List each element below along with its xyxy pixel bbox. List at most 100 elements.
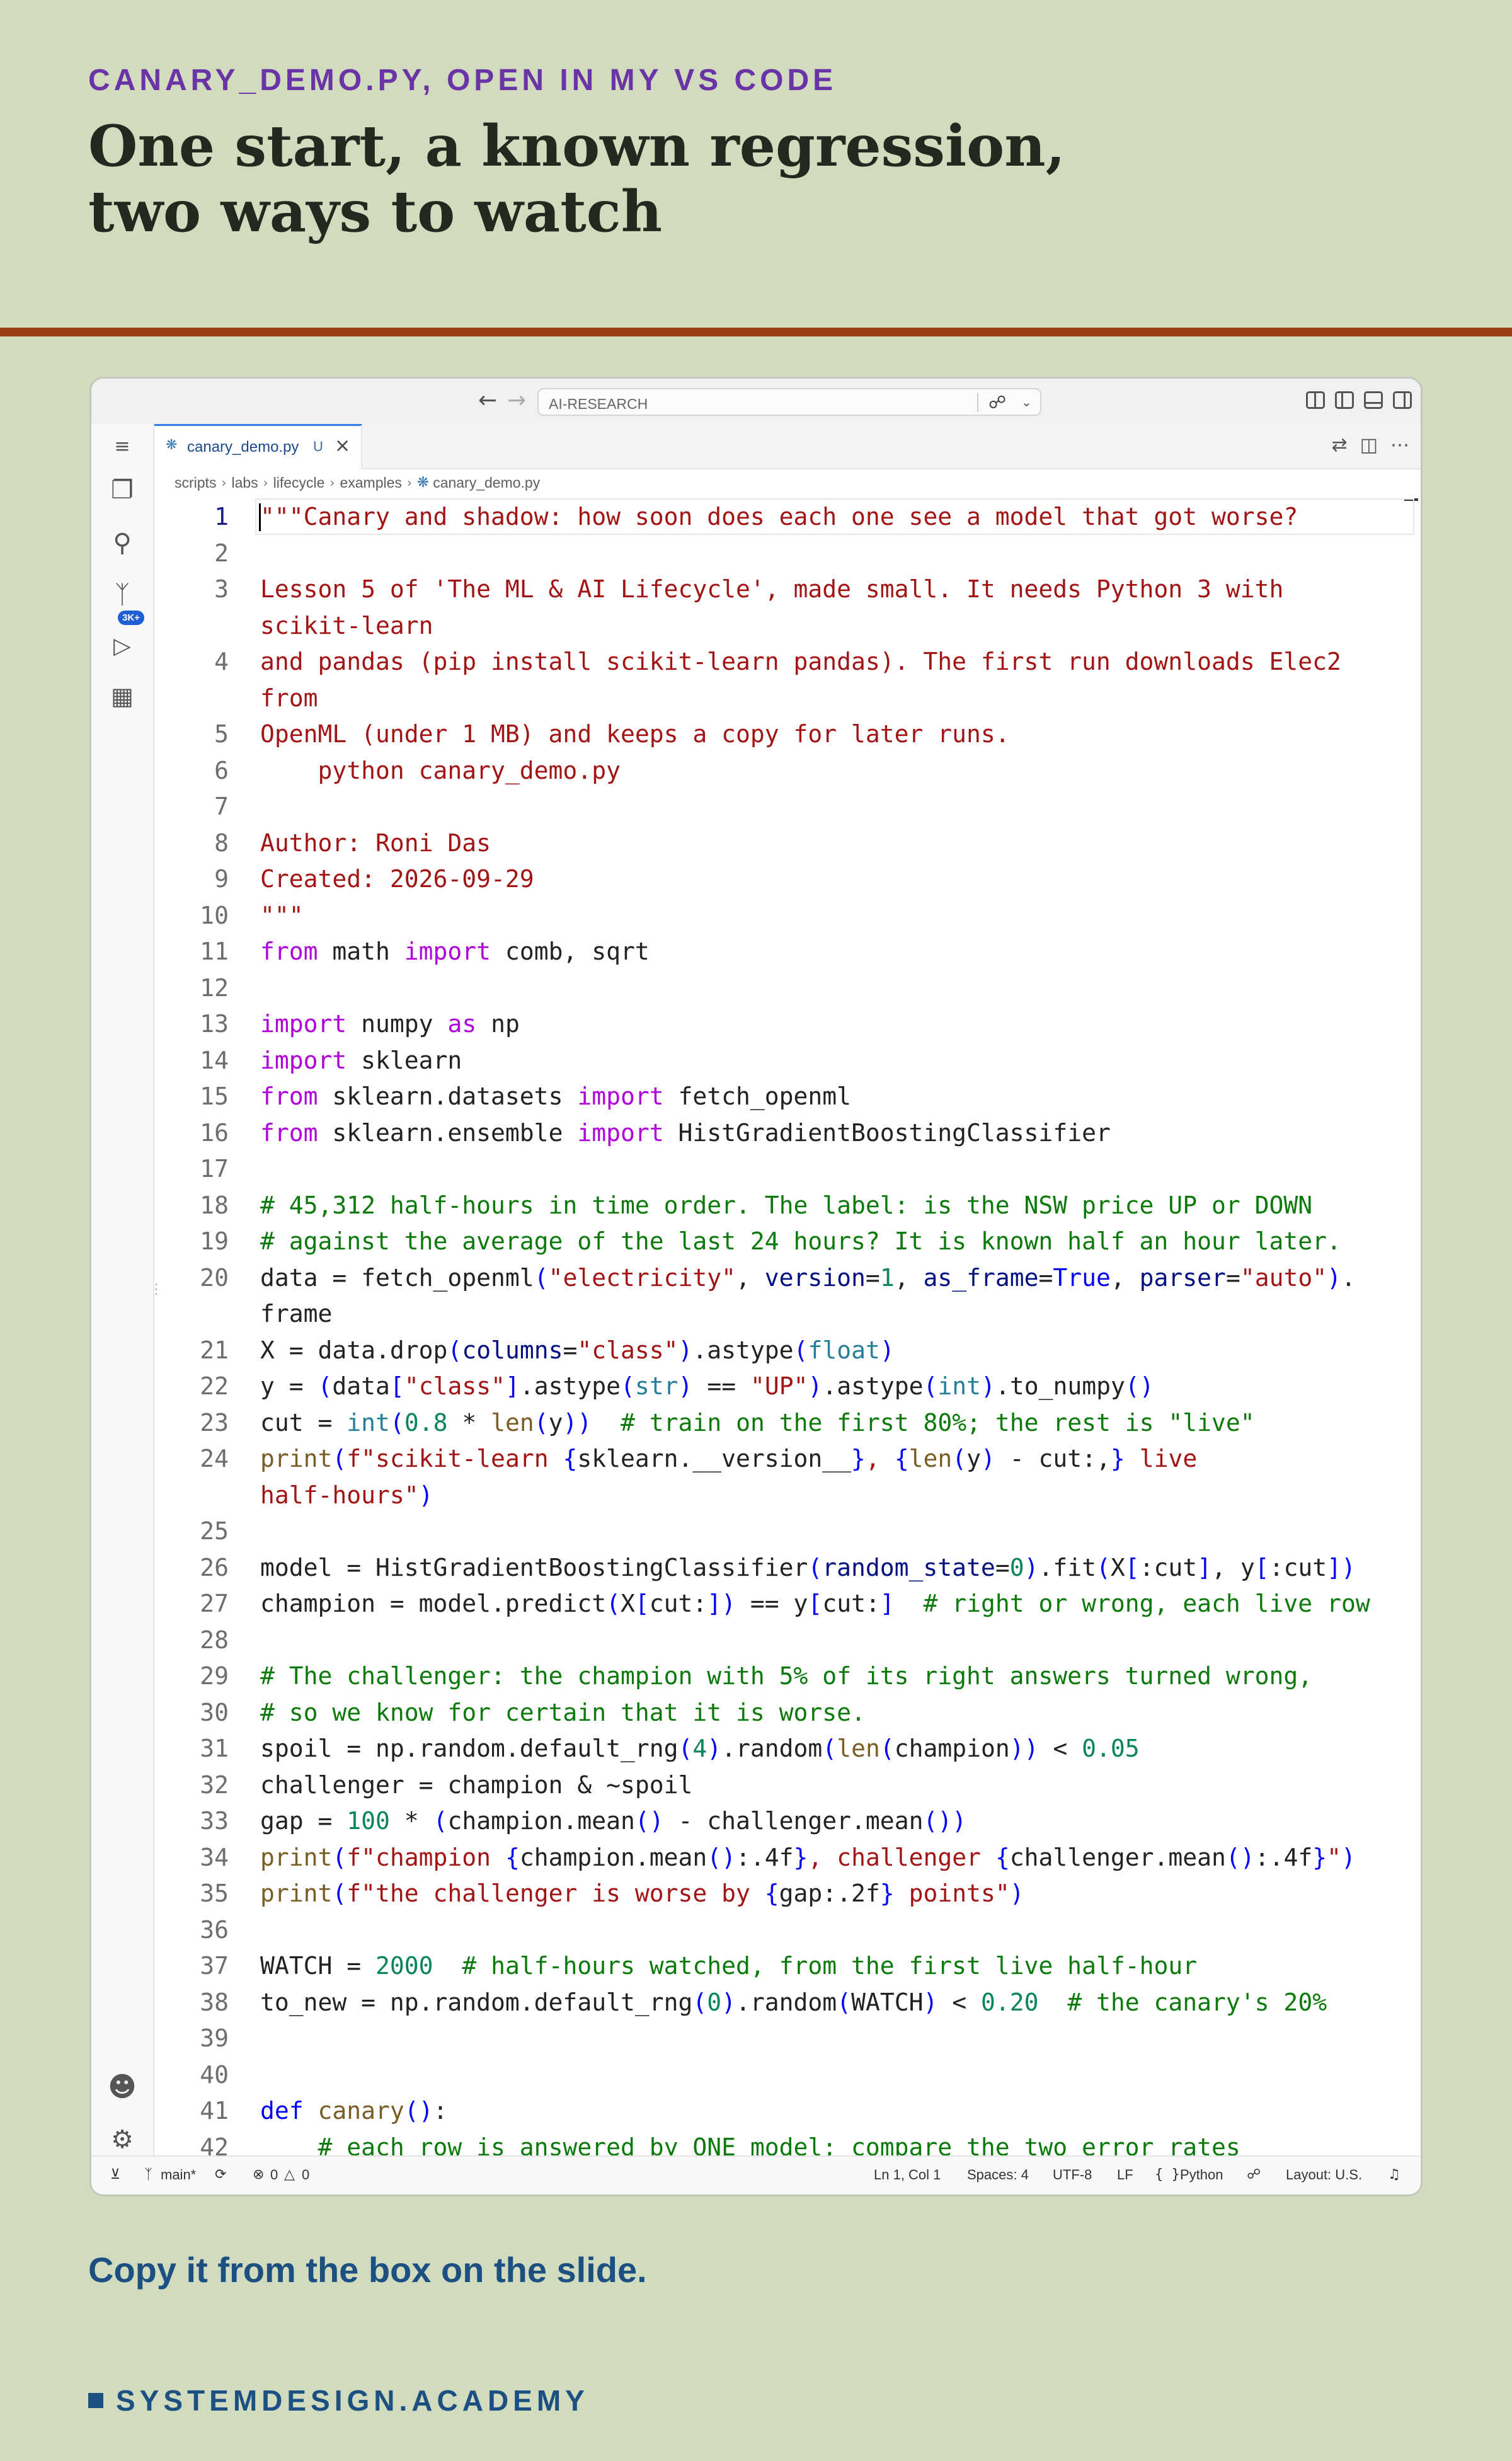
branch-icon[interactable]: ᛉ	[144, 2167, 152, 2183]
code-line[interactable]: frame	[154, 1295, 1421, 1332]
code-line[interactable]: 12	[154, 970, 1421, 1006]
chevron-down-icon[interactable]: ⌄	[1021, 394, 1032, 410]
code-line[interactable]: 30 # so we know for certain that it is wo…	[154, 1694, 1421, 1731]
code-line[interactable]: 19 # against the average of the last 24 h…	[154, 1223, 1421, 1259]
code-line[interactable]: 16 from sklearn.ensemble import HistGradi…	[154, 1115, 1421, 1151]
settings-gear-icon[interactable]: ⚙	[91, 2125, 153, 2154]
code-line[interactable]: half-hours")	[154, 1477, 1421, 1513]
arrow-right-icon[interactable]: →	[507, 387, 526, 413]
code-line[interactable]: 25	[154, 1513, 1421, 1549]
code-line[interactable]: 24 print(f"scikit-learn {sklearn.__versio…	[154, 1440, 1421, 1477]
split-editor-icon[interactable]: ◫	[1360, 434, 1378, 456]
code-token: )	[1341, 1843, 1356, 1871]
tab-canary-demo[interactable]: ❋ canary_demo.py U ×	[154, 424, 362, 469]
code-line[interactable]: 26 model = HistGradientBoostingClassifier…	[154, 1549, 1421, 1586]
cursor-position[interactable]: Ln 1, Col 1	[874, 2167, 941, 2183]
warning-icon[interactable]: △	[284, 2167, 295, 2183]
source-control-icon[interactable]: ᛉ	[91, 580, 153, 609]
toggle-primary-sidebar-icon[interactable]	[1335, 391, 1354, 409]
code-token: def	[260, 2097, 304, 2125]
code-line[interactable]: 34 print(f"champion {champion.mean():.4f}…	[154, 1839, 1421, 1876]
search-icon[interactable]: ⚲	[91, 529, 153, 558]
code-line[interactable]: 5 OpenML (under 1 MB) and keeps a copy fo…	[154, 716, 1421, 752]
code-line[interactable]: 18 # 45,312 half-hours in time order. The…	[154, 1187, 1421, 1224]
breadcrumb-labs[interactable]: labs	[231, 474, 258, 491]
code-line[interactable]: 37 WATCH = 2000 # half-hours watched, fro…	[154, 1948, 1421, 1984]
compare-changes-icon[interactable]: ⇄	[1332, 434, 1348, 456]
code-token: Created: 2026-09-29	[260, 865, 534, 893]
code-line[interactable]: 35 print(f"the challenger is worse by {ga…	[154, 1875, 1421, 1912]
code-line[interactable]: 14 import sklearn	[154, 1042, 1421, 1079]
language-mode[interactable]: Python	[1180, 2167, 1223, 2183]
copilot-status-icon[interactable]: ☍	[1247, 2167, 1261, 2183]
code-line[interactable]: 7	[154, 788, 1421, 825]
code-line[interactable]: 40	[154, 2057, 1421, 2093]
code-token: )	[1327, 1263, 1342, 1292]
code-line[interactable]: 22 y = (data["class"].astype(str) == "UP"…	[154, 1368, 1421, 1404]
code-line[interactable]: 2	[154, 535, 1421, 571]
code-line[interactable]: 11 from math import comb, sqrt	[154, 933, 1421, 970]
code-line[interactable]: 29 # The challenger: the champion with 5%…	[154, 1658, 1421, 1694]
close-icon[interactable]: ×	[335, 435, 350, 457]
code-line[interactable]: 33 gap = 100 * (champion.mean() - challen…	[154, 1803, 1421, 1839]
code-line[interactable]: 31 spoil = np.random.default_rng(4).rando…	[154, 1730, 1421, 1767]
code-line[interactable]: 36	[154, 1912, 1421, 1948]
code-line[interactable]: 13 import numpy as np	[154, 1006, 1421, 1042]
code-line[interactable]: 15 from sklearn.datasets import fetch_ope…	[154, 1078, 1421, 1115]
code-token: {	[563, 1445, 578, 1472]
code-line[interactable]: 39	[154, 2020, 1421, 2057]
code-line[interactable]: 3 Lesson 5 of 'The ML & AI Lifecycle', ma…	[154, 571, 1421, 607]
code-line[interactable]: 17	[154, 1150, 1421, 1187]
code-line[interactable]: 6 python canary_demo.py	[154, 752, 1421, 789]
code-text: X = data.drop(columns="class").astype(fl…	[260, 1332, 895, 1368]
indentation[interactable]: Spaces: 4	[967, 2167, 1029, 2183]
code-line[interactable]: 23 cut = int(0.8 * len(y)) # train on the…	[154, 1404, 1421, 1441]
command-center[interactable]: AI-RESEARCH ☍ ⌄	[537, 388, 1041, 416]
more-actions-icon[interactable]: ⋯	[1390, 434, 1409, 456]
code-text: y = (data["class"].astype(str) == "UP").…	[260, 1368, 1154, 1404]
code-line[interactable]: 32 challenger = champion & ~spoil	[154, 1767, 1421, 1803]
copilot-icon[interactable]: ☍	[988, 392, 1006, 413]
code-line[interactable]: 4 and pandas (pip install scikit-learn pa…	[154, 643, 1421, 680]
code-token: {	[505, 1843, 520, 1871]
warning-count[interactable]: 0	[302, 2167, 309, 2183]
keyboard-layout[interactable]: Layout: U.S.	[1286, 2167, 1362, 2183]
line-number: 22	[200, 1372, 229, 1400]
code-line[interactable]: from	[154, 680, 1421, 716]
code-line[interactable]: 27 champion = model.predict(X[cut:]) == y…	[154, 1585, 1421, 1622]
code-line[interactable]: 1 """Canary and shadow: how soon does eac…	[154, 498, 1421, 535]
customize-layout-icon[interactable]	[1306, 391, 1325, 409]
code-line[interactable]: 9 Created: 2026-09-29	[154, 861, 1421, 897]
extensions-icon[interactable]: ▦	[91, 682, 153, 710]
toggle-panel-icon[interactable]	[1364, 391, 1383, 409]
arrow-left-icon[interactable]: ←	[478, 387, 497, 413]
code-line[interactable]: 21 X = data.drop(columns="class").astype(…	[154, 1332, 1421, 1368]
encoding[interactable]: UTF-8	[1053, 2167, 1092, 2183]
code-token: f"champion	[346, 1843, 505, 1871]
code-line[interactable]: 20 data = fetch_openml("electricity", ver…	[154, 1259, 1421, 1296]
account-icon[interactable]: ☻	[91, 2071, 153, 2103]
error-icon[interactable]: ⊗	[253, 2167, 264, 2183]
code-line[interactable]: 28	[154, 1622, 1421, 1658]
toggle-secondary-sidebar-icon[interactable]	[1393, 391, 1412, 409]
breadcrumb-scripts[interactable]: scripts	[175, 474, 216, 491]
line-ending[interactable]: LF	[1117, 2167, 1133, 2183]
sync-icon[interactable]: ⟳	[215, 2167, 226, 2183]
code-token: y =	[260, 1372, 318, 1400]
code-line[interactable]: 10 """	[154, 897, 1421, 934]
menu-icon[interactable]: ≡	[91, 435, 153, 457]
error-count[interactable]: 0	[270, 2167, 278, 2183]
code-editor[interactable]: 1 """Canary and shadow: how soon does eac…	[154, 498, 1421, 2161]
run-debug-icon[interactable]: ▷	[91, 633, 153, 659]
breadcrumb-lifecycle[interactable]: lifecycle	[273, 474, 325, 491]
code-line[interactable]: 41 def canary():	[154, 2092, 1421, 2129]
branch-name[interactable]: main*	[161, 2167, 196, 2183]
code-line[interactable]: 38 to_new = np.random.default_rng(0).rand…	[154, 1984, 1421, 2021]
breadcrumb-examples[interactable]: examples	[340, 474, 401, 491]
breadcrumb-file[interactable]: canary_demo.py	[433, 474, 540, 491]
code-line[interactable]: scikit-learn	[154, 607, 1421, 644]
remote-icon[interactable]: ⊻	[110, 2167, 120, 2183]
code-line[interactable]: 8 Author: Roni Das	[154, 825, 1421, 861]
explorer-icon[interactable]: ❐	[91, 476, 153, 505]
bell-icon[interactable]: ♫	[1388, 2167, 1400, 2183]
